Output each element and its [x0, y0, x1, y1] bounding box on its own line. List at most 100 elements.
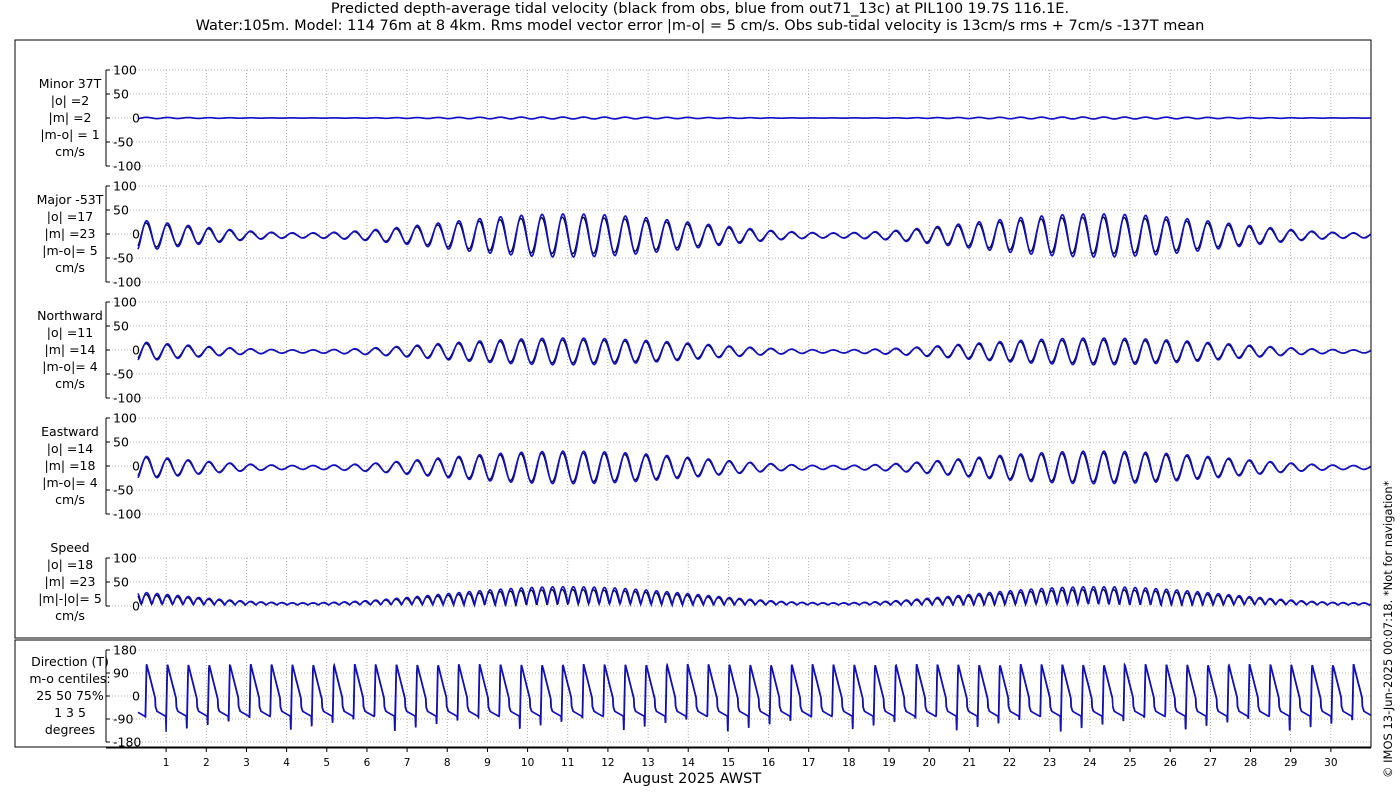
row-label-northward-4: cm/s [55, 376, 85, 391]
row-label-minor-1: |o| =2 [51, 93, 89, 108]
row-label-eastward-0: Eastward [41, 424, 99, 439]
row-label-northward-1: |o| =11 [47, 325, 93, 340]
row-label-major-4: cm/s [55, 260, 85, 275]
xtick-label-14: 14 [682, 757, 696, 769]
xtick-label-28: 28 [1244, 757, 1257, 769]
ytick-label-minor-0: 100 [113, 63, 137, 78]
xtick-label-7: 7 [404, 757, 411, 769]
row-label-direction-1: m-o centiles: [29, 671, 110, 686]
ytick-label-direction-2: 0 [132, 689, 140, 704]
row-label-direction-4: degrees [45, 722, 95, 737]
row-label-major-0: Major -53T [37, 192, 104, 207]
xtick-label-19: 19 [882, 757, 895, 769]
series-obs-major [137, 216, 1372, 255]
xtick-label-1: 1 [163, 757, 170, 769]
ytick-label-minor-1: 50 [113, 87, 129, 102]
row-label-speed-2: |m| =23 [45, 574, 96, 589]
ytick-label-eastward-1: 50 [113, 435, 129, 450]
row-label-eastward-3: |m-o|= 4 [42, 475, 97, 490]
ytick-label-northward-1: 50 [113, 319, 129, 334]
row-label-northward-0: Northward [37, 308, 103, 323]
row-label-major-2: |m| =23 [45, 226, 96, 241]
ytick-label-major-3: -50 [113, 251, 133, 266]
xtick-label-15: 15 [722, 757, 735, 769]
row-label-minor-3: |m-o| = 1 [40, 127, 99, 142]
xtick-label-17: 17 [802, 757, 815, 769]
xtick-label-8: 8 [444, 757, 451, 769]
ytick-label-minor-2: 0 [132, 111, 140, 126]
ytick-label-minor-3: -50 [113, 135, 133, 150]
ytick-label-eastward-3: -50 [113, 483, 133, 498]
xtick-label-29: 29 [1284, 757, 1297, 769]
row-label-direction-3: 1 3 5 [54, 705, 86, 720]
xtick-label-5: 5 [323, 757, 330, 769]
ytick-label-speed-0: 100 [113, 551, 137, 566]
xtick-label-20: 20 [923, 757, 936, 769]
ytick-label-northward-3: -50 [113, 367, 133, 382]
series-model-northward [137, 337, 1372, 366]
xtick-label-4: 4 [283, 757, 290, 769]
xtick-label-10: 10 [521, 757, 534, 769]
xtick-label-2: 2 [203, 757, 210, 769]
xtick-label-21: 21 [963, 757, 976, 769]
xtick-label-12: 12 [601, 757, 614, 769]
copyright-note: © IMOS 13-Jun-2025 00:07:18. *Not for na… [1381, 480, 1395, 778]
row-label-direction-0: Direction (T) [31, 654, 109, 669]
row-label-eastward-4: cm/s [55, 492, 85, 507]
xtick-label-3: 3 [243, 757, 250, 769]
xtick-label-13: 13 [641, 757, 654, 769]
series-model-speed [137, 585, 1372, 609]
row-label-speed-1: |o| =18 [47, 557, 93, 572]
row-label-minor-0: Minor 37T [39, 76, 102, 91]
xtick-label-25: 25 [1123, 757, 1136, 769]
ytick-label-major-4: -100 [113, 275, 141, 290]
ytick-label-northward-4: -100 [113, 391, 141, 406]
x-axis-label: August 2025 AWST [623, 771, 762, 787]
row-label-eastward-2: |m| =18 [45, 458, 96, 473]
xtick-label-6: 6 [364, 757, 371, 769]
ytick-label-speed-2: 0 [132, 599, 140, 614]
xtick-label-11: 11 [561, 757, 574, 769]
xtick-label-24: 24 [1083, 757, 1097, 769]
xtick-label-9: 9 [484, 757, 491, 769]
row-label-speed-3: |m|-|o|= 5 [38, 591, 102, 606]
xtick-label-22: 22 [1003, 757, 1016, 769]
ytick-label-northward-0: 100 [113, 295, 137, 310]
row-label-minor-4: cm/s [55, 144, 85, 159]
row-label-speed-4: cm/s [55, 608, 85, 623]
row-label-minor-2: |m| =2 [49, 110, 92, 125]
row-label-northward-3: |m-o|= 4 [42, 359, 97, 374]
series-model-eastward [137, 450, 1372, 485]
ytick-label-major-0: 100 [113, 179, 137, 194]
ytick-label-direction-0: 180 [113, 643, 137, 658]
tidal-velocity-chart: 100500-50-100Minor 37T|o| =2|m| =2|m-o| … [14, 39, 1395, 787]
grid-layer [106, 69, 1371, 743]
xtick-label-23: 23 [1043, 757, 1056, 769]
ytick-label-major-2: 0 [132, 227, 140, 242]
row-label-major-3: |m-o|= 5 [42, 243, 97, 258]
xtick-label-30: 30 [1324, 757, 1337, 769]
ytick-label-speed-1: 50 [113, 575, 129, 590]
label-layer: 100500-50-100Minor 37T|o| =2|m| =2|m-o| … [29, 63, 1337, 770]
row-label-major-1: |o| =17 [47, 209, 93, 224]
ytick-label-eastward-0: 100 [113, 411, 137, 426]
ytick-label-eastward-4: -100 [113, 507, 141, 522]
ytick-label-minor-4: -100 [113, 159, 141, 174]
row-label-direction-2: 25 50 75% [36, 688, 104, 703]
ytick-label-direction-1: 90 [113, 666, 129, 681]
series-model-minor [137, 116, 1372, 120]
row-label-eastward-1: |o| =14 [47, 441, 93, 456]
xtick-label-26: 26 [1163, 757, 1177, 769]
ytick-label-direction-3: -90 [113, 712, 133, 727]
ytick-label-direction-4: -180 [113, 735, 141, 750]
ytick-label-major-1: 50 [113, 203, 129, 218]
xtick-label-27: 27 [1204, 757, 1217, 769]
ytick-label-northward-2: 0 [132, 343, 140, 358]
direction-panel-frame [14, 639, 1372, 748]
ytick-label-eastward-2: 0 [132, 459, 140, 474]
xtick-label-18: 18 [842, 757, 855, 769]
row-label-speed-0: Speed [50, 540, 89, 555]
upper-panels-frame [14, 39, 1372, 639]
row-label-northward-2: |m| =14 [45, 342, 96, 357]
xtick-label-16: 16 [762, 757, 776, 769]
